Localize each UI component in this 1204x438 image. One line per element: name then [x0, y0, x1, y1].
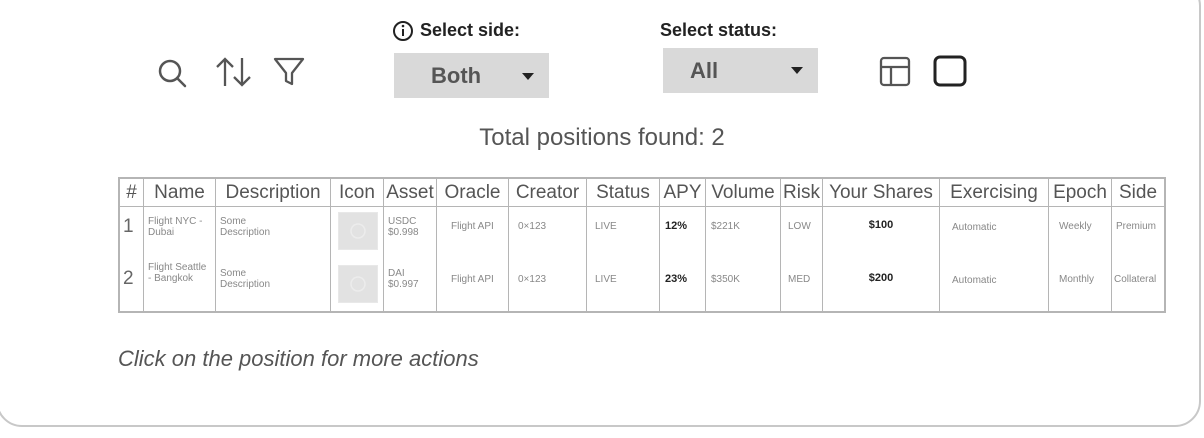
hint-text: Click on the position for more actions	[118, 346, 479, 371]
row-2-asset: DAI	[388, 268, 405, 279]
row-2-asset-image	[338, 265, 378, 303]
info-icon	[393, 21, 413, 41]
row-2-name[interactable]: Flight Seattle - Bangkok	[148, 262, 212, 284]
header-oracle: Oracle	[444, 182, 501, 203]
header-index: #	[126, 182, 137, 203]
row-1-creator: 0×123	[518, 221, 547, 232]
row-2-status: LIVE	[595, 274, 617, 285]
row-1-asset: USDC	[388, 216, 417, 227]
row-1-status: LIVE	[595, 221, 617, 232]
header-your-shares: Your Shares	[829, 182, 933, 203]
search-icon[interactable]	[156, 57, 188, 89]
row-2-risk: MED	[788, 274, 811, 285]
row-2-index: 2	[123, 268, 134, 289]
row-1-side: Premium	[1116, 221, 1157, 232]
header-description: Description	[225, 182, 321, 203]
image-placeholder-icon	[350, 276, 366, 292]
header-exercising: Exercising	[950, 182, 1038, 203]
chevron-down-icon	[791, 67, 803, 74]
row-1-shares: $100	[868, 219, 894, 231]
row-1-asset-price: $0.998	[388, 227, 419, 238]
select-side-value: Both	[431, 62, 482, 88]
card-view-icon[interactable]	[932, 54, 968, 88]
header-risk: Risk	[783, 182, 820, 203]
header-volume: Volume	[711, 182, 775, 203]
image-placeholder-icon	[350, 223, 366, 239]
row-2-oracle: Flight API	[451, 274, 494, 285]
header-apy: APY	[663, 182, 702, 203]
row-1-name[interactable]: Flight NYC - Dubai	[148, 216, 212, 238]
row-1-epoch: Weekly	[1059, 221, 1092, 232]
row-2-volume: $350K	[711, 274, 740, 285]
row-2-creator: 0×123	[518, 274, 547, 285]
row-1-apy: 12%	[665, 220, 688, 232]
row-1-index: 1	[123, 216, 134, 237]
row-1-description: Some Description	[220, 216, 271, 238]
filter-icon[interactable]	[272, 55, 306, 87]
row-2-epoch: Monthly	[1059, 274, 1095, 285]
row-1-risk: LOW	[788, 221, 811, 232]
select-status-value: All	[690, 57, 719, 83]
table-view-icon[interactable]	[878, 55, 912, 87]
row-2-description: Some Description	[220, 268, 271, 290]
row-2-shares: $200	[868, 272, 894, 284]
select-side-dropdown[interactable]: Both	[394, 53, 549, 98]
select-side-label: Select side:	[420, 20, 521, 40]
header-status: Status	[596, 182, 650, 203]
row-1-oracle: Flight API	[451, 221, 494, 232]
positions-table: # 1 2 Name Flight NYC - Dubai Flight Sea…	[118, 177, 1166, 313]
total-positions: Total positions found: 2	[479, 124, 725, 151]
select-status-label: Select status:	[660, 20, 778, 40]
chevron-down-icon	[522, 73, 534, 80]
header-asset: Asset	[386, 182, 434, 203]
select-status-dropdown[interactable]: All	[663, 48, 818, 93]
row-2-apy: 23%	[665, 273, 688, 285]
header-creator: Creator	[515, 182, 580, 203]
header-icon: Icon	[339, 182, 375, 203]
header-epoch: Epoch	[1053, 182, 1107, 203]
header-side: Side	[1118, 182, 1158, 203]
row-2-asset-price: $0.997	[388, 279, 419, 290]
sort-icon[interactable]	[214, 55, 254, 89]
row-2-exercising: Automatic	[952, 275, 997, 286]
row-2-side: Collateral	[1114, 274, 1157, 285]
header-name: Name	[154, 182, 205, 203]
row-1-volume: $221K	[711, 221, 740, 232]
row-1-asset-image	[338, 212, 378, 250]
row-1-exercising: Automatic	[952, 222, 997, 233]
